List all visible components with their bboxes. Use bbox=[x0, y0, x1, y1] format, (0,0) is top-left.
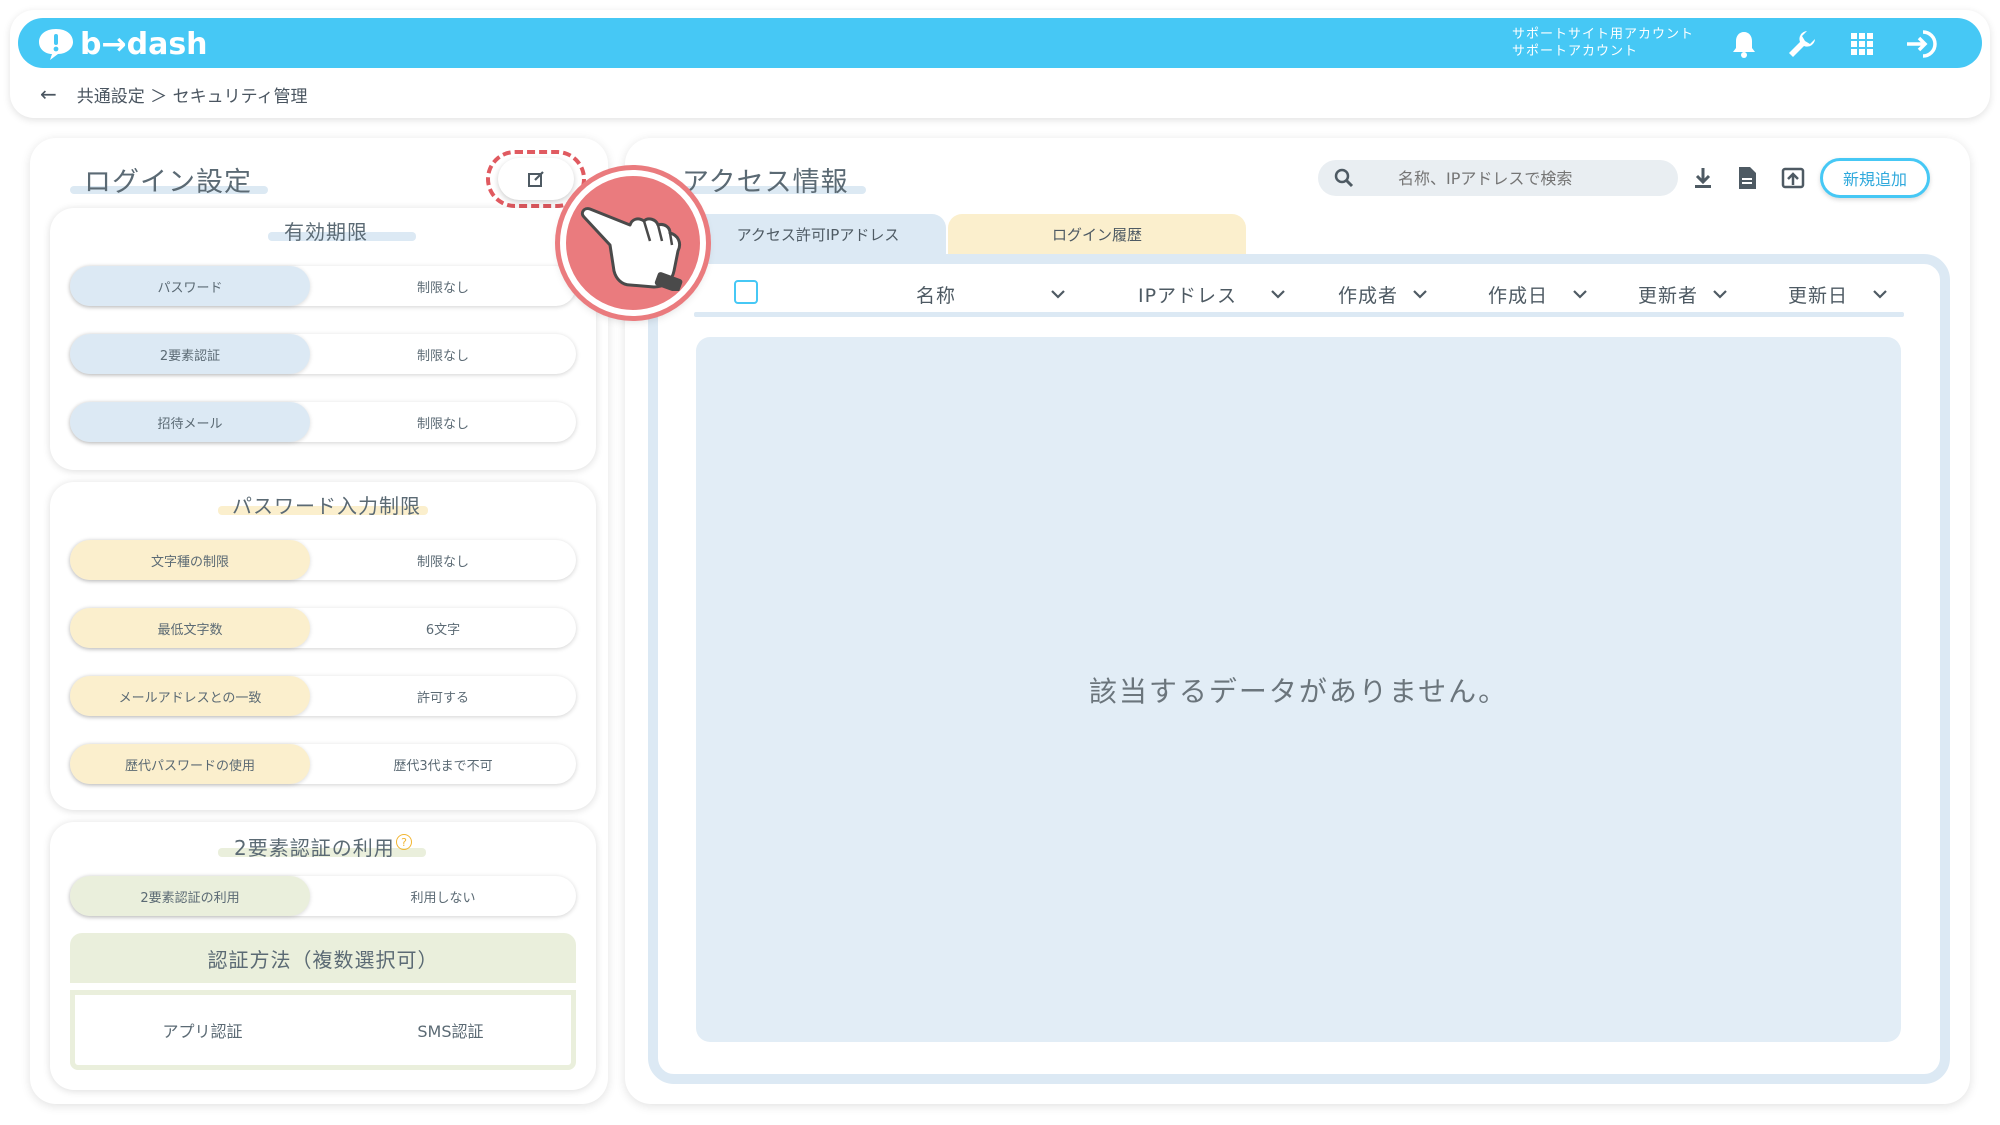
table-header-divider bbox=[694, 312, 1904, 317]
row-value: 制限なし bbox=[314, 405, 572, 439]
row-label: 2要素認証の利用 bbox=[70, 876, 310, 916]
row-label: パスワード bbox=[70, 266, 310, 306]
wrench-icon[interactable] bbox=[1784, 26, 1820, 62]
logo-bubble-icon bbox=[39, 29, 73, 60]
chevron-down-icon[interactable] bbox=[1570, 284, 1590, 304]
select-all-checkbox[interactable] bbox=[734, 280, 758, 304]
bell-icon[interactable] bbox=[1726, 26, 1762, 62]
row-label: 歴代パスワードの使用 bbox=[70, 744, 310, 784]
two-factor-row: 2要素認証の利用 利用しない bbox=[70, 876, 576, 916]
row-label: 招待メール bbox=[70, 402, 310, 442]
account-line1: サポートサイト用アカウント bbox=[1512, 27, 1695, 42]
row-label: 文字種の制限 bbox=[70, 540, 310, 580]
auth-method-box: アプリ認証 SMS認証 bbox=[70, 990, 576, 1070]
expiry-row-2fa: 2要素認証 制限なし bbox=[70, 334, 576, 374]
row-value: 制限なし bbox=[314, 543, 572, 577]
chevron-down-icon[interactable] bbox=[1870, 284, 1890, 304]
breadcrumb-path: 共通設定 ＞ セキュリティ管理 bbox=[76, 86, 308, 107]
chevron-down-icon[interactable] bbox=[1048, 284, 1068, 304]
column-header-name[interactable]: 名称 bbox=[916, 280, 956, 308]
back-arrow-icon[interactable]: ← bbox=[40, 82, 57, 106]
tab-allowed-ip[interactable]: アクセス許可IPアドレス bbox=[690, 214, 946, 254]
password-row-email-match: メールアドレスとの一致 許可する bbox=[70, 676, 576, 716]
password-row-chartype: 文字種の制限 制限なし bbox=[70, 540, 576, 580]
login-settings-title: ログイン設定 bbox=[84, 167, 252, 198]
row-value: 制限なし bbox=[314, 269, 572, 303]
empty-state: 該当するデータがありません。 bbox=[696, 337, 1901, 1042]
pointing-hand-callout bbox=[560, 170, 706, 316]
upload-icon[interactable] bbox=[1778, 163, 1808, 193]
column-header-updater[interactable]: 更新者 bbox=[1638, 280, 1698, 308]
help-icon[interactable]: ? bbox=[396, 834, 412, 850]
grid-icon[interactable] bbox=[1844, 26, 1880, 62]
account-info[interactable]: サポートサイト用アカウント サポートアカウント bbox=[1512, 26, 1694, 60]
chevron-down-icon[interactable] bbox=[1268, 284, 1288, 304]
row-value: 歴代3代まで不可 bbox=[314, 747, 572, 781]
expiry-title: 有効期限 bbox=[284, 220, 368, 244]
chevron-down-icon[interactable] bbox=[1710, 284, 1730, 304]
auth-method-sms: SMS認証 bbox=[417, 1022, 484, 1041]
download-icon[interactable] bbox=[1688, 163, 1718, 193]
tab-login-history[interactable]: ログイン履歴 bbox=[948, 214, 1246, 254]
password-row-minlength: 最低文字数 6文字 bbox=[70, 608, 576, 648]
two-factor-title: 2要素認証の利用 bbox=[234, 836, 395, 860]
row-label: 2要素認証 bbox=[70, 334, 310, 374]
breadcrumb: ← 共通設定 ＞ セキュリティ管理 bbox=[40, 82, 308, 107]
edit-icon bbox=[528, 171, 544, 187]
search-input[interactable] bbox=[1378, 160, 1668, 196]
row-value: 許可する bbox=[314, 679, 572, 713]
row-label: 最低文字数 bbox=[70, 608, 310, 648]
search-icon bbox=[1334, 168, 1354, 188]
password-rules-title: パスワード入力制限 bbox=[232, 494, 421, 518]
column-header-updated[interactable]: 更新日 bbox=[1788, 280, 1848, 308]
search-box[interactable] bbox=[1318, 160, 1678, 196]
logo-text: b→dash bbox=[80, 26, 208, 62]
pointing-hand-icon bbox=[580, 207, 683, 291]
edit-button[interactable] bbox=[498, 158, 574, 200]
auth-method-app: アプリ認証 bbox=[162, 1022, 243, 1041]
column-header-creator[interactable]: 作成者 bbox=[1338, 280, 1398, 308]
add-new-button[interactable]: 新規追加 bbox=[1820, 158, 1930, 198]
expiry-row-invite: 招待メール 制限なし bbox=[70, 402, 576, 442]
password-row-history: 歴代パスワードの使用 歴代3代まで不可 bbox=[70, 744, 576, 784]
row-value: 6文字 bbox=[314, 611, 572, 645]
column-header-ip[interactable]: IPアドレス bbox=[1138, 280, 1237, 308]
account-line2: サポートアカウント bbox=[1512, 44, 1639, 59]
logo[interactable]: b→dash bbox=[36, 26, 208, 62]
row-label: メールアドレスとの一致 bbox=[70, 676, 310, 716]
row-value: 利用しない bbox=[314, 879, 572, 913]
row-value: 制限なし bbox=[314, 337, 572, 371]
auth-method-header: 認証方法（複数選択可） bbox=[70, 933, 576, 983]
expiry-row-password: パスワード 制限なし bbox=[70, 266, 576, 306]
access-info-title: アクセス情報 bbox=[682, 167, 849, 198]
document-icon[interactable] bbox=[1732, 163, 1762, 193]
logout-icon[interactable] bbox=[1904, 26, 1940, 62]
chevron-down-icon[interactable] bbox=[1410, 284, 1430, 304]
column-header-created[interactable]: 作成日 bbox=[1488, 280, 1548, 308]
